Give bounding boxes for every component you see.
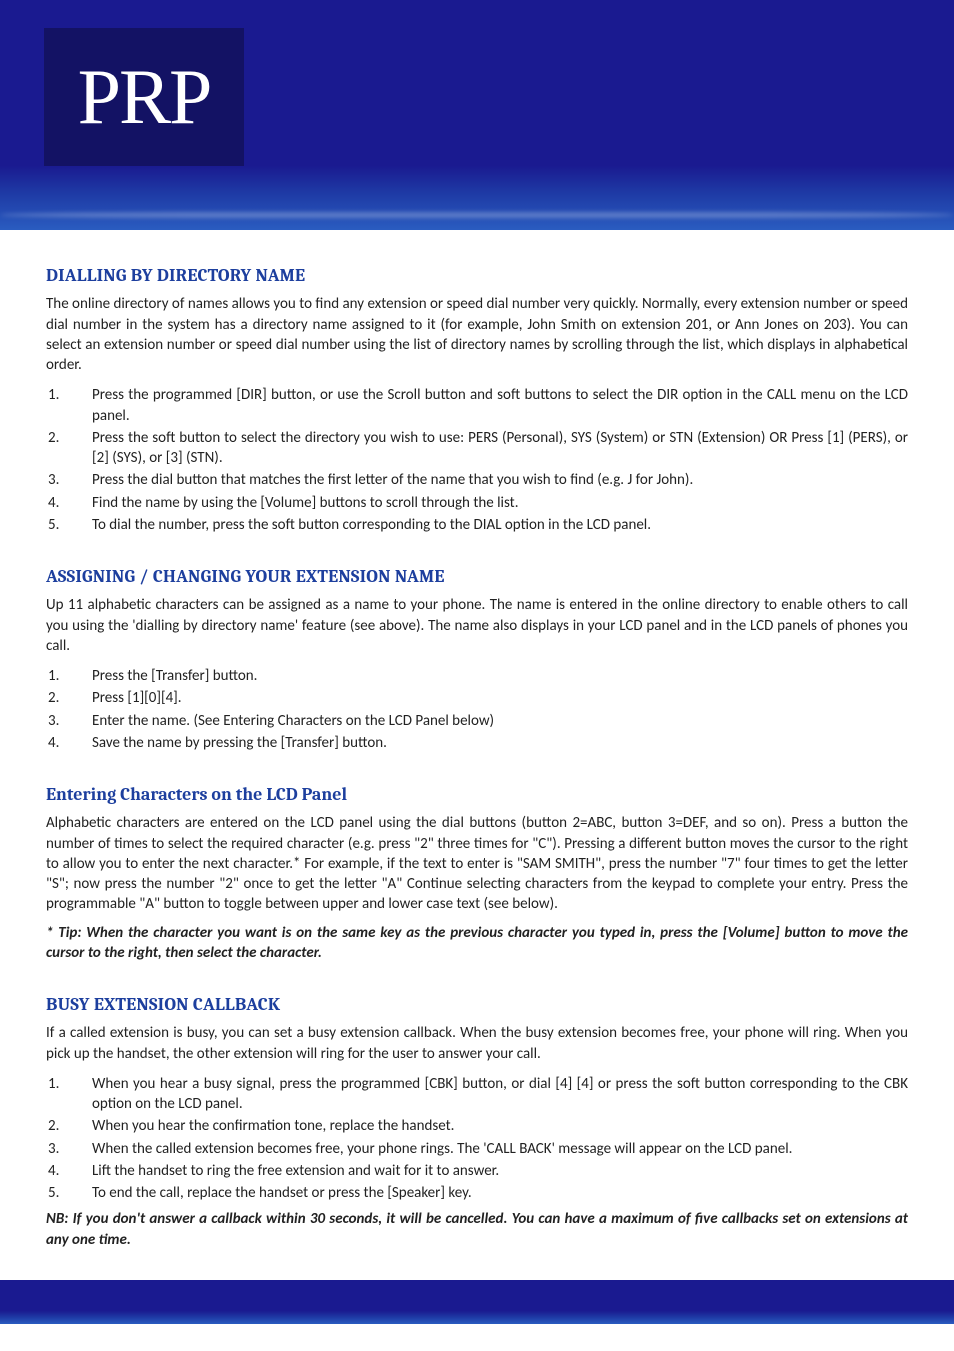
page-content: DIALLING BY DIRECTORY NAME The online di…: [0, 230, 954, 1250]
intro-dialling: The online directory of names allows you…: [46, 294, 908, 375]
step-number: 3.: [46, 1139, 92, 1159]
logo-text: PRP: [78, 52, 211, 142]
step-number: 1.: [46, 385, 92, 405]
list-item: 1.Press the programmed [DIR] button, or …: [46, 385, 908, 426]
list-item: 2.Press the soft button to select the di…: [46, 428, 908, 469]
logo: PRP: [44, 28, 244, 166]
footer-band: [0, 1280, 954, 1324]
step-text: When you hear the confirmation tone, rep…: [92, 1116, 908, 1136]
list-item: 3.Enter the name. (See Entering Characte…: [46, 711, 908, 731]
step-number: 2.: [46, 428, 92, 448]
step-text: Enter the name. (See Entering Characters…: [92, 711, 908, 731]
step-number: 3.: [46, 470, 92, 490]
step-text: Press [1][0][4].: [92, 688, 908, 708]
header-band: PRP: [0, 0, 954, 230]
list-item: 1.Press the [Transfer] button.: [46, 666, 908, 686]
list-item: 3.Press the dial button that matches the…: [46, 470, 908, 490]
section-busy-callback: BUSY EXTENSION CALLBACK If a called exte…: [46, 993, 908, 1250]
list-item: 2.When you hear the confirmation tone, r…: [46, 1116, 908, 1136]
step-text: Press the soft button to select the dire…: [92, 428, 908, 469]
list-item: 3.When the called extension becomes free…: [46, 1139, 908, 1159]
intro-busy-callback: If a called extension is busy, you can s…: [46, 1023, 908, 1064]
step-text: To end the call, replace the handset or …: [92, 1183, 908, 1203]
section-entering-chars: Entering Characters on the LCD Panel Alp…: [46, 783, 908, 963]
step-text: Find the name by using the [Volume] butt…: [92, 493, 908, 513]
list-item: 2.Press [1][0][4].: [46, 688, 908, 708]
step-text: When the called extension becomes free, …: [92, 1139, 908, 1159]
list-item: 1.When you hear a busy signal, press the…: [46, 1074, 908, 1115]
heading-busy-callback: BUSY EXTENSION CALLBACK: [46, 993, 908, 1017]
step-number: 5.: [46, 515, 92, 535]
step-text: Lift the handset to ring the free extens…: [92, 1161, 908, 1181]
step-number: 2.: [46, 1116, 92, 1136]
step-text: Press the [Transfer] button.: [92, 666, 908, 686]
step-number: 4.: [46, 493, 92, 513]
step-number: 4.: [46, 1161, 92, 1181]
step-text: Press the dial button that matches the f…: [92, 470, 908, 490]
list-item: 5.To dial the number, press the soft but…: [46, 515, 908, 535]
list-item: 5.To end the call, replace the handset o…: [46, 1183, 908, 1203]
step-number: 3.: [46, 711, 92, 731]
intro-assign-name: Up 11 alphabetic characters can be assig…: [46, 595, 908, 656]
list-item: 4.Save the name by pressing the [Transfe…: [46, 733, 908, 753]
list-item: 4.Lift the handset to ring the free exte…: [46, 1161, 908, 1181]
step-text: Press the programmed [DIR] button, or us…: [92, 385, 908, 426]
step-number: 1.: [46, 666, 92, 686]
steps-dialling: 1.Press the programmed [DIR] button, or …: [46, 385, 908, 535]
section-dialling: DIALLING BY DIRECTORY NAME The online di…: [46, 264, 908, 535]
steps-busy-callback: 1.When you hear a busy signal, press the…: [46, 1074, 908, 1204]
heading-dialling: DIALLING BY DIRECTORY NAME: [46, 264, 908, 288]
step-number: 1.: [46, 1074, 92, 1094]
steps-assign-name: 1.Press the [Transfer] button. 2.Press […: [46, 666, 908, 753]
intro-entering-chars: Alphabetic characters are entered on the…: [46, 813, 908, 914]
list-item: 4.Find the name by using the [Volume] bu…: [46, 493, 908, 513]
step-text: Save the name by pressing the [Transfer]…: [92, 733, 908, 753]
step-number: 2.: [46, 688, 92, 708]
note-busy-callback: NB: If you don't answer a callback withi…: [46, 1209, 908, 1250]
step-text: When you hear a busy signal, press the p…: [92, 1074, 908, 1115]
step-text: To dial the number, press the soft butto…: [92, 515, 908, 535]
step-number: 4.: [46, 733, 92, 753]
tip-entering-chars: * Tip: When the character you want is on…: [46, 923, 908, 964]
step-number: 5.: [46, 1183, 92, 1203]
heading-entering-chars: Entering Characters on the LCD Panel: [46, 783, 908, 807]
section-assign-name: ASSIGNING / CHANGING YOUR EXTENSION NAME…: [46, 565, 908, 753]
heading-assign-name: ASSIGNING / CHANGING YOUR EXTENSION NAME: [46, 565, 908, 589]
